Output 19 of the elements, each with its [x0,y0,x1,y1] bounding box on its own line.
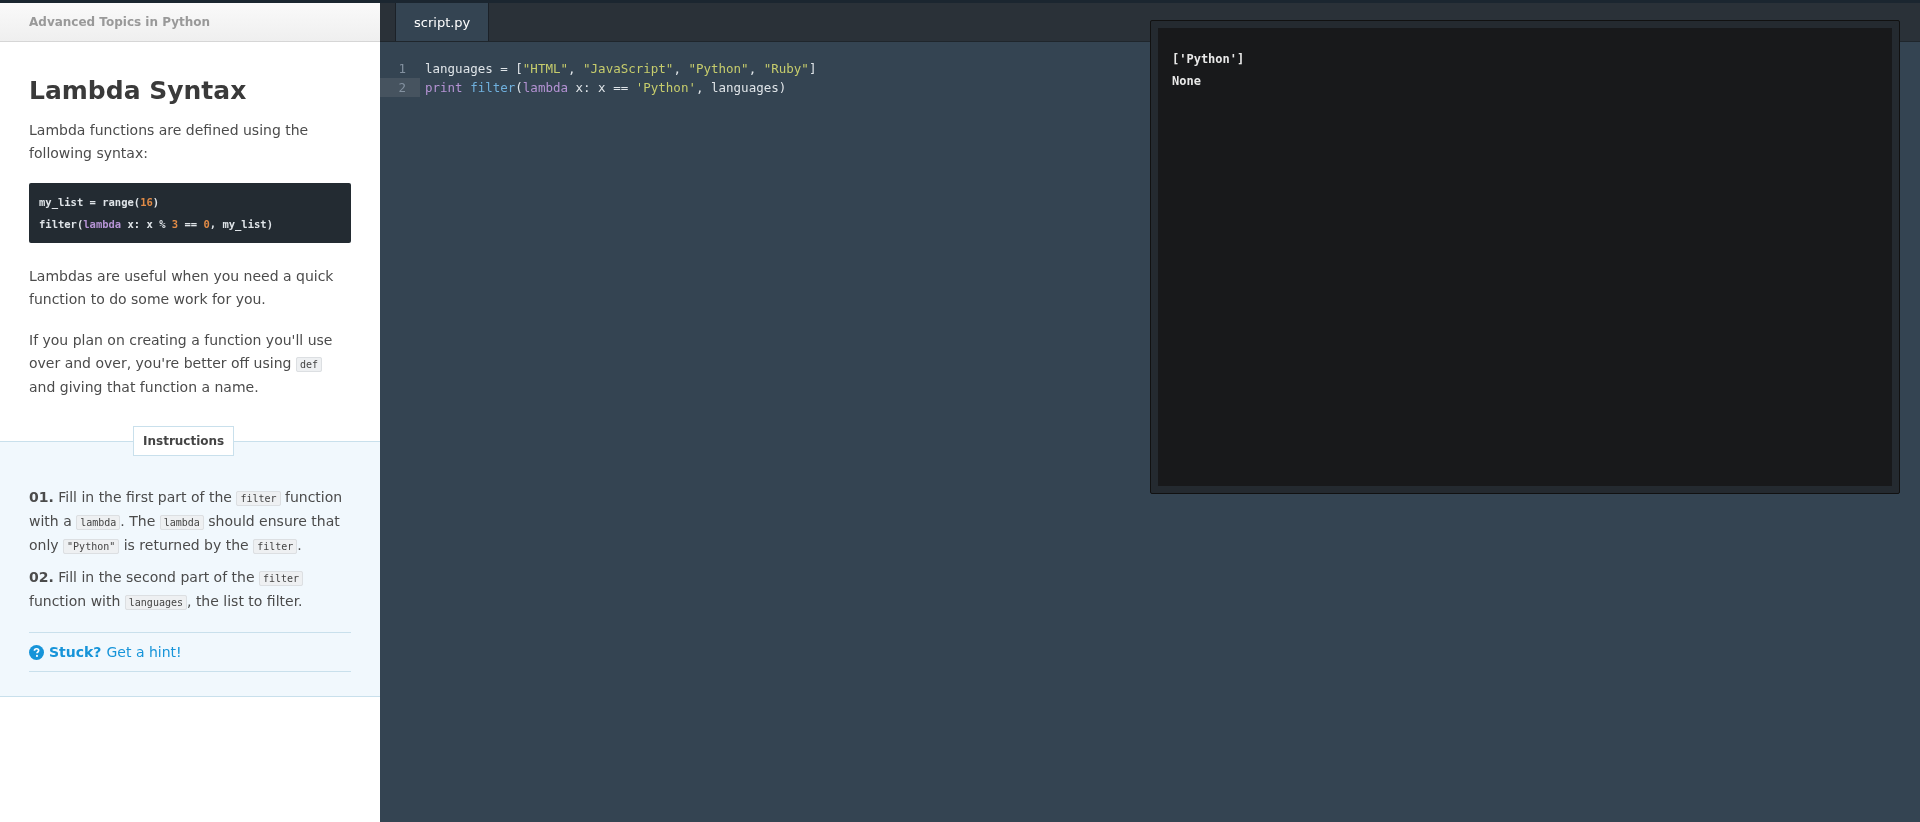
course-title: Advanced Topics in Python [29,15,211,29]
line-number: 1 [397,60,407,78]
code-line: languages = ["HTML", "JavaScript", "Python", "Ruby"] [424,61,817,76]
code-line: my_list = range(16) [39,195,161,211]
output-line: ['Python'] [1172,51,1246,68]
instruction-step: 01. Fill in the first part of the filter function with a lambda . The lambda should ensure that only "Python" is returned by the filter . [29,486,351,558]
hint-prompt: Stuck? [49,644,102,660]
output-line: None [1172,73,1202,90]
code-line: print filter(lambda x: x == 'Python', languages) [424,80,787,95]
help-icon [29,644,44,660]
lesson-paragraph: Lambda functions are defined using the following syntax: [29,121,310,163]
lesson-title: Lambda Syntax [29,76,248,105]
instructions-label: Instructions [133,426,235,456]
line-number: 2 [380,78,420,97]
file-tab[interactable]: script.py [395,3,490,41]
instruction-step: 02. Fill in the second part of the filter function with languages , the list to filter. [29,566,351,614]
code-line: filter(lambda x: x % 3 == 0, my_list) [39,217,274,233]
lesson-paragraph: If you plan on creating a function you'll use over and over, you're better off using def and giving that function a name. [29,331,334,397]
lesson-paragraph: Lambdas are useful when you need a quick function to do some work for you. [29,267,335,309]
